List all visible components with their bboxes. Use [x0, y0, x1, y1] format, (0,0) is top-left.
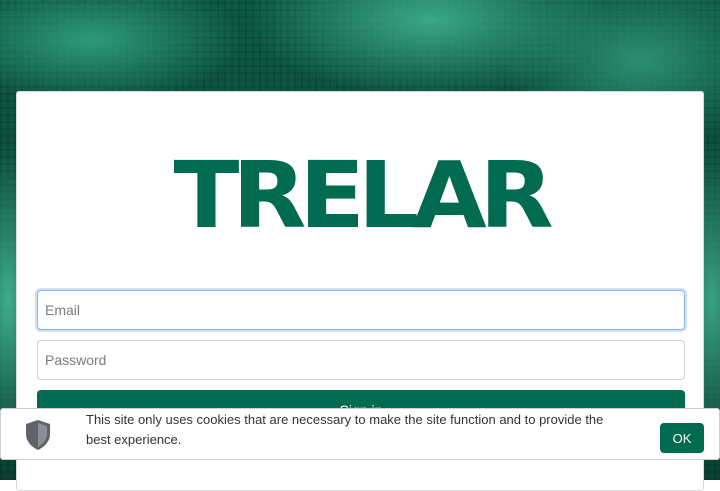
- cookie-message: This site only uses cookies that are nec…: [86, 412, 604, 447]
- cookie-banner: This site only uses cookies that are nec…: [0, 408, 720, 460]
- password-field[interactable]: [37, 340, 685, 380]
- shield-icon: [24, 419, 52, 451]
- email-field[interactable]: [37, 290, 685, 330]
- logo: TRELAR: [173, 142, 554, 249]
- cookie-ok-button[interactable]: OK: [660, 423, 704, 453]
